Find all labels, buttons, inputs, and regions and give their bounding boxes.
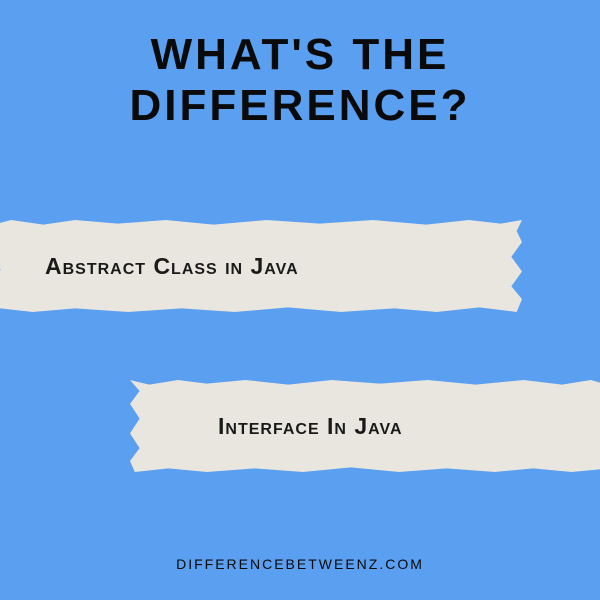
tape-strip-1: Abstract Class in Java: [0, 220, 522, 312]
footer-credit: DIFFERENCEBETWEENZ.COM: [0, 556, 600, 572]
title-line-1: WHAT'S THE: [0, 30, 600, 81]
tape-1-text: Abstract Class in Java: [45, 253, 299, 280]
tape-strip-2: Interface In Java: [130, 380, 600, 472]
title-line-2: DIFFERENCE?: [0, 81, 600, 132]
main-title: WHAT'S THE DIFFERENCE?: [0, 0, 600, 131]
tape-2-text: Interface In Java: [218, 413, 403, 440]
